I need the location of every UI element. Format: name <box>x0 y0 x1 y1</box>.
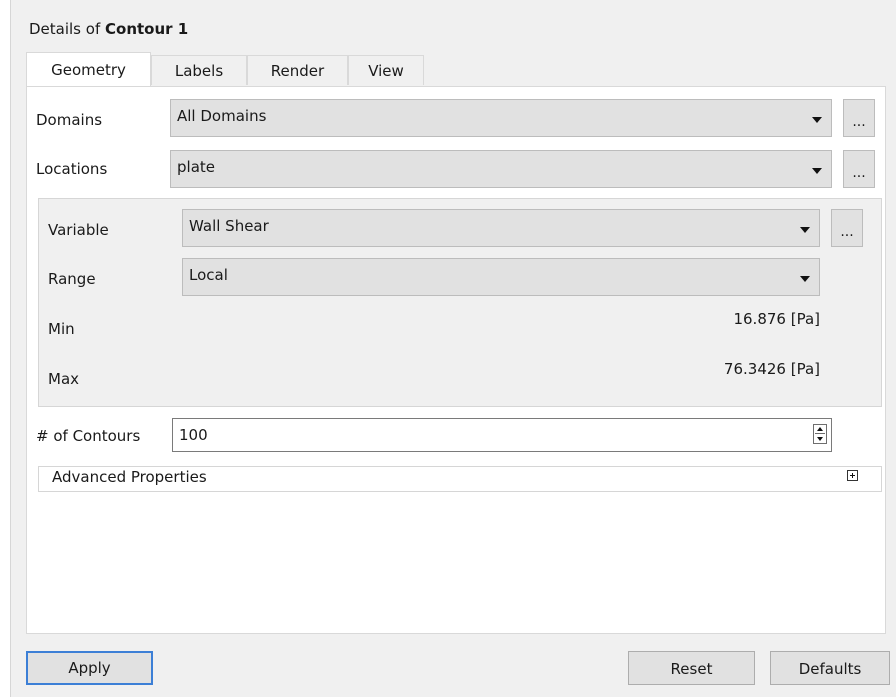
panel-title: Details of Contour 1 <box>29 20 188 38</box>
panel-title-object: Contour 1 <box>105 20 189 38</box>
max-value: 76.3426 [Pa] <box>723 360 820 378</box>
variable-select[interactable]: Wall Shear <box>182 209 820 247</box>
contours-value: 100 <box>179 426 208 444</box>
min-value: 16.876 [Pa] <box>733 310 820 328</box>
spinner-divider <box>815 433 825 434</box>
tab-geometry[interactable]: Geometry <box>26 52 151 86</box>
max-label: Max <box>48 370 80 388</box>
panel-title-prefix: Details of <box>29 20 105 38</box>
range-select[interactable]: Local <box>182 258 820 296</box>
chevron-down-icon <box>800 276 810 282</box>
contours-label: # of Contours <box>36 427 141 445</box>
variable-value: Wall Shear <box>189 217 269 235</box>
min-label: Min <box>48 320 75 338</box>
spinner-down-icon <box>817 437 823 441</box>
tab-view[interactable]: View <box>348 55 424 85</box>
contours-spinbox[interactable]: 100 <box>172 418 832 452</box>
tab-render[interactable]: Render <box>247 55 348 85</box>
domains-label: Domains <box>36 111 103 129</box>
window-edge <box>0 0 11 697</box>
reset-button[interactable]: Reset <box>628 651 755 685</box>
range-label: Range <box>48 270 96 288</box>
expand-plus-icon[interactable] <box>847 470 858 481</box>
apply-button[interactable]: Apply <box>26 651 153 685</box>
advanced-properties-label: Advanced Properties <box>50 468 209 486</box>
locations-value: plate <box>177 158 215 176</box>
defaults-button[interactable]: Defaults <box>770 651 890 685</box>
range-value: Local <box>189 266 228 284</box>
locations-label: Locations <box>36 160 108 178</box>
chevron-down-icon <box>812 168 822 174</box>
domains-more-button[interactable]: ... <box>843 99 875 137</box>
variable-more-button[interactable]: ... <box>831 209 863 247</box>
chevron-down-icon <box>812 117 822 123</box>
domains-select[interactable]: All Domains <box>170 99 832 137</box>
spinner-up-icon <box>817 427 823 431</box>
chevron-down-icon <box>800 227 810 233</box>
spinner-icon[interactable] <box>813 424 827 444</box>
variable-label: Variable <box>48 221 109 239</box>
tab-labels[interactable]: Labels <box>151 55 247 85</box>
locations-select[interactable]: plate <box>170 150 832 188</box>
locations-more-button[interactable]: ... <box>843 150 875 188</box>
domains-value: All Domains <box>177 107 267 125</box>
